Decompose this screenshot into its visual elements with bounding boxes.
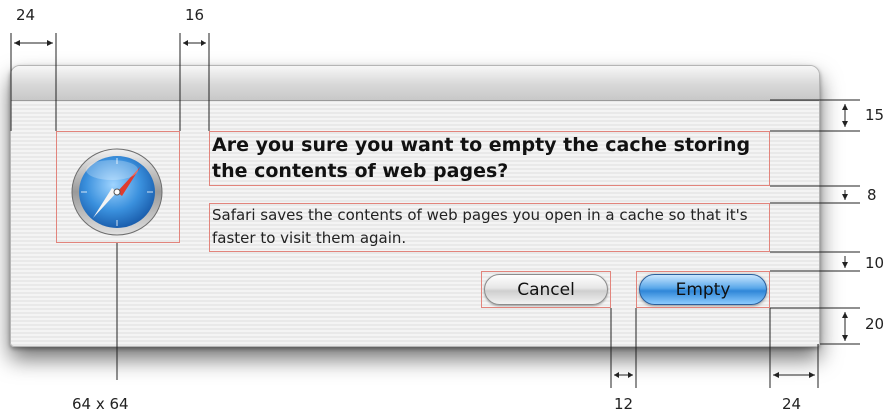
button-gap-label: 12 (614, 395, 634, 413)
arrowhead (842, 312, 848, 318)
right-margin-label: 24 (782, 395, 802, 413)
body-button-spacing-label: 10 (865, 254, 885, 272)
arrowhead (842, 121, 848, 127)
arrowhead (628, 372, 633, 378)
measurement-overlay (10, 33, 860, 388)
arrowhead (842, 262, 848, 268)
bottom-spacing-label: 20 (865, 315, 885, 333)
arrowhead (183, 40, 188, 46)
top-spacing-label: 15 (865, 106, 885, 124)
arrowhead (809, 372, 815, 378)
icon-size-label: 64 x 64 (72, 395, 129, 413)
arrowhead (842, 335, 848, 341)
arrowhead (773, 372, 779, 378)
arrowhead (47, 40, 53, 46)
arrowhead (842, 194, 848, 200)
icon-gap-label: 16 (185, 6, 205, 24)
heading-body-spacing-label: 8 (867, 186, 877, 204)
left-margin-label: 24 (16, 6, 36, 24)
arrowhead (614, 372, 619, 378)
arrowhead (14, 40, 20, 46)
arrowhead (201, 40, 206, 46)
arrowhead (842, 104, 848, 110)
